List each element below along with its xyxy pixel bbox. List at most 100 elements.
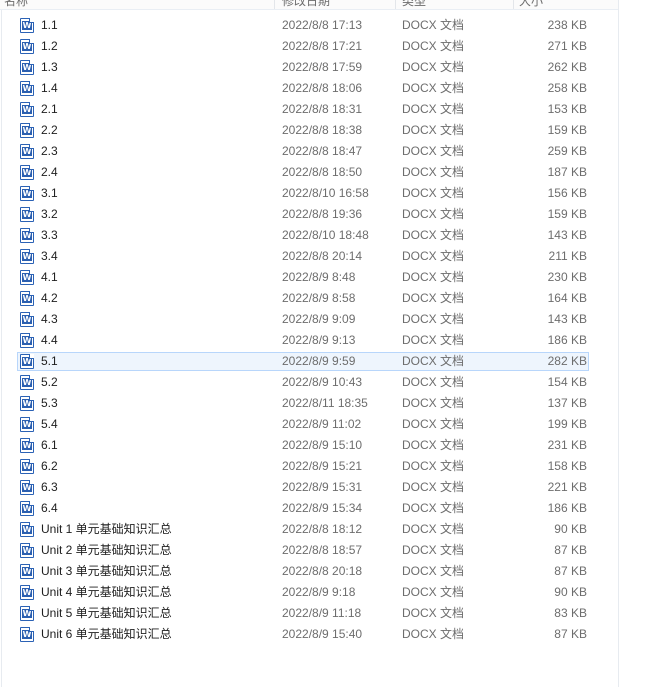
file-row[interactable]: W 1.4 2022/8/8 18:06 DOCX 文档 258 KB <box>0 78 618 99</box>
word-icon-letter: W <box>22 273 32 282</box>
file-row[interactable]: W 3.1 2022/8/10 16:58 DOCX 文档 156 KB <box>0 183 618 204</box>
file-name[interactable]: 4.4 <box>41 330 58 351</box>
file-name[interactable]: 6.1 <box>41 435 58 456</box>
file-type: DOCX 文档 <box>402 249 465 263</box>
file-name[interactable]: 2.2 <box>41 120 58 141</box>
file-modified-date: 2022/8/9 15:10 <box>282 438 363 452</box>
file-type: DOCX 文档 <box>402 312 465 326</box>
file-name[interactable]: Unit 5 单元基础知识汇总 <box>41 603 172 624</box>
file-type: DOCX 文档 <box>402 18 465 32</box>
file-modified-date: 2022/8/8 18:12 <box>282 522 363 536</box>
file-row[interactable]: W 5.3 2022/8/11 18:35 DOCX 文档 137 KB <box>0 393 618 414</box>
file-name[interactable]: Unit 3 单元基础知识汇总 <box>41 561 172 582</box>
file-row[interactable]: W 1.1 2022/8/8 17:13 DOCX 文档 238 KB <box>0 15 618 36</box>
file-row[interactable]: W Unit 4 单元基础知识汇总 2022/8/9 9:18 DOCX 文档 90 K… <box>0 582 618 603</box>
file-row[interactable]: W 2.1 2022/8/8 18:31 DOCX 文档 153 KB <box>0 99 618 120</box>
column-separator[interactable] <box>274 0 275 9</box>
file-row[interactable]: W 4.3 2022/8/9 9:09 DOCX 文档 143 KB <box>0 309 618 330</box>
file-name[interactable]: 4.1 <box>41 267 58 288</box>
file-row[interactable]: W Unit 1 单元基础知识汇总 2022/8/8 18:12 DOCX 文档 90 … <box>0 519 618 540</box>
file-row[interactable]: W 2.4 2022/8/8 18:50 DOCX 文档 187 KB <box>0 162 618 183</box>
word-document-icon: W <box>20 459 34 474</box>
file-type: DOCX 文档 <box>402 354 465 368</box>
file-name[interactable]: 6.2 <box>41 456 58 477</box>
file-name[interactable]: 5.2 <box>41 372 58 393</box>
file-row[interactable]: W Unit 5 单元基础知识汇总 2022/8/9 11:18 DOCX 文档 83 … <box>0 603 618 624</box>
file-row[interactable]: W Unit 3 单元基础知识汇总 2022/8/8 20:18 DOCX 文档 87 … <box>0 561 618 582</box>
file-name[interactable]: 5.1 <box>41 351 58 372</box>
file-size: 238 KB <box>547 18 587 32</box>
file-row[interactable]: W 1.3 2022/8/8 17:59 DOCX 文档 262 KB <box>0 57 618 78</box>
file-row[interactable]: W 5.4 2022/8/9 11:02 DOCX 文档 199 KB <box>0 414 618 435</box>
file-name[interactable]: 3.4 <box>41 246 58 267</box>
file-row[interactable]: W 3.4 2022/8/8 20:14 DOCX 文档 211 KB <box>0 246 618 267</box>
file-row[interactable]: W 5.2 2022/8/9 10:43 DOCX 文档 154 KB <box>0 372 618 393</box>
file-row[interactable]: W 2.3 2022/8/8 18:47 DOCX 文档 259 KB <box>0 141 618 162</box>
word-icon-letter: W <box>22 546 32 555</box>
file-modified-date: 2022/8/9 9:13 <box>282 333 356 347</box>
file-size: 282 KB <box>547 354 587 368</box>
word-document-icon: W <box>20 207 34 222</box>
file-type: DOCX 文档 <box>402 102 465 116</box>
file-row[interactable]: W 3.3 2022/8/10 18:48 DOCX 文档 143 KB <box>0 225 618 246</box>
column-header-name[interactable]: 名称 <box>4 0 28 9</box>
file-name[interactable]: 5.4 <box>41 414 58 435</box>
file-type: DOCX 文档 <box>402 606 465 620</box>
file-row[interactable]: W Unit 2 单元基础知识汇总 2022/8/8 18:57 DOCX 文档 87 … <box>0 540 618 561</box>
file-name[interactable]: 3.3 <box>41 225 58 246</box>
word-document-icon: W <box>20 375 34 390</box>
file-row[interactable]: W 3.2 2022/8/8 19:36 DOCX 文档 159 KB <box>0 204 618 225</box>
file-name[interactable]: 2.1 <box>41 99 58 120</box>
file-row[interactable]: W 1.2 2022/8/8 17:21 DOCX 文档 271 KB <box>0 36 618 57</box>
file-name[interactable]: Unit 2 单元基础知识汇总 <box>41 540 172 561</box>
file-size: 199 KB <box>547 417 587 431</box>
file-name[interactable]: 1.4 <box>41 78 58 99</box>
file-type: DOCX 文档 <box>402 480 465 494</box>
file-row[interactable]: W 6.3 2022/8/9 15:31 DOCX 文档 221 KB <box>0 477 618 498</box>
file-size: 87 KB <box>554 543 587 557</box>
word-icon-letter: W <box>22 63 32 72</box>
word-icon-letter: W <box>22 525 32 534</box>
file-row[interactable]: W 5.1 2022/8/9 9:59 DOCX 文档 282 KB <box>0 351 618 372</box>
file-modified-date: 2022/8/9 15:21 <box>282 459 363 473</box>
file-name[interactable]: 4.2 <box>41 288 58 309</box>
column-header-size[interactable]: 大小 <box>519 0 543 9</box>
file-row[interactable]: W 4.1 2022/8/9 8:48 DOCX 文档 230 KB <box>0 267 618 288</box>
file-modified-date: 2022/8/9 11:02 <box>282 417 362 431</box>
file-type: DOCX 文档 <box>402 81 465 95</box>
file-row[interactable]: W 6.1 2022/8/9 15:10 DOCX 文档 231 KB <box>0 435 618 456</box>
file-name[interactable]: 3.2 <box>41 204 58 225</box>
file-size: 164 KB <box>547 291 587 305</box>
word-icon-letter: W <box>22 84 32 93</box>
file-name[interactable]: 2.3 <box>41 141 58 162</box>
file-row[interactable]: W 4.4 2022/8/9 9:13 DOCX 文档 186 KB <box>0 330 618 351</box>
file-row[interactable]: W 4.2 2022/8/9 8:58 DOCX 文档 164 KB <box>0 288 618 309</box>
file-row[interactable]: W 6.4 2022/8/9 15:34 DOCX 文档 186 KB <box>0 498 618 519</box>
file-name[interactable]: 3.1 <box>41 183 58 204</box>
file-name[interactable]: 4.3 <box>41 309 58 330</box>
file-name[interactable]: 1.2 <box>41 36 58 57</box>
file-name[interactable]: Unit 1 单元基础知识汇总 <box>41 519 172 540</box>
column-header-type[interactable]: 类型 <box>402 0 426 9</box>
file-name[interactable]: 1.3 <box>41 57 58 78</box>
column-separator[interactable] <box>395 0 396 9</box>
file-size: 143 KB <box>547 228 587 242</box>
file-modified-date: 2022/8/8 18:50 <box>282 165 363 179</box>
file-modified-date: 2022/8/9 9:09 <box>282 312 356 326</box>
file-row[interactable]: W 2.2 2022/8/8 18:38 DOCX 文档 159 KB <box>0 120 618 141</box>
word-document-icon: W <box>20 438 34 453</box>
file-row[interactable]: W Unit 6 单元基础知识汇总 2022/8/9 15:40 DOCX 文档 87 … <box>0 624 618 645</box>
column-separator[interactable] <box>513 0 514 9</box>
word-icon-letter: W <box>22 168 32 177</box>
file-name[interactable]: 6.3 <box>41 477 58 498</box>
column-header-date[interactable]: 修改日期 <box>282 0 330 9</box>
file-name[interactable]: Unit 4 单元基础知识汇总 <box>41 582 172 603</box>
word-icon-letter: W <box>22 21 32 30</box>
file-name[interactable]: 2.4 <box>41 162 58 183</box>
word-document-icon: W <box>20 144 34 159</box>
file-name[interactable]: 5.3 <box>41 393 58 414</box>
file-name[interactable]: Unit 6 单元基础知识汇总 <box>41 624 172 645</box>
file-row[interactable]: W 6.2 2022/8/9 15:21 DOCX 文档 158 KB <box>0 456 618 477</box>
file-name[interactable]: 6.4 <box>41 498 58 519</box>
file-name[interactable]: 1.1 <box>41 15 58 36</box>
